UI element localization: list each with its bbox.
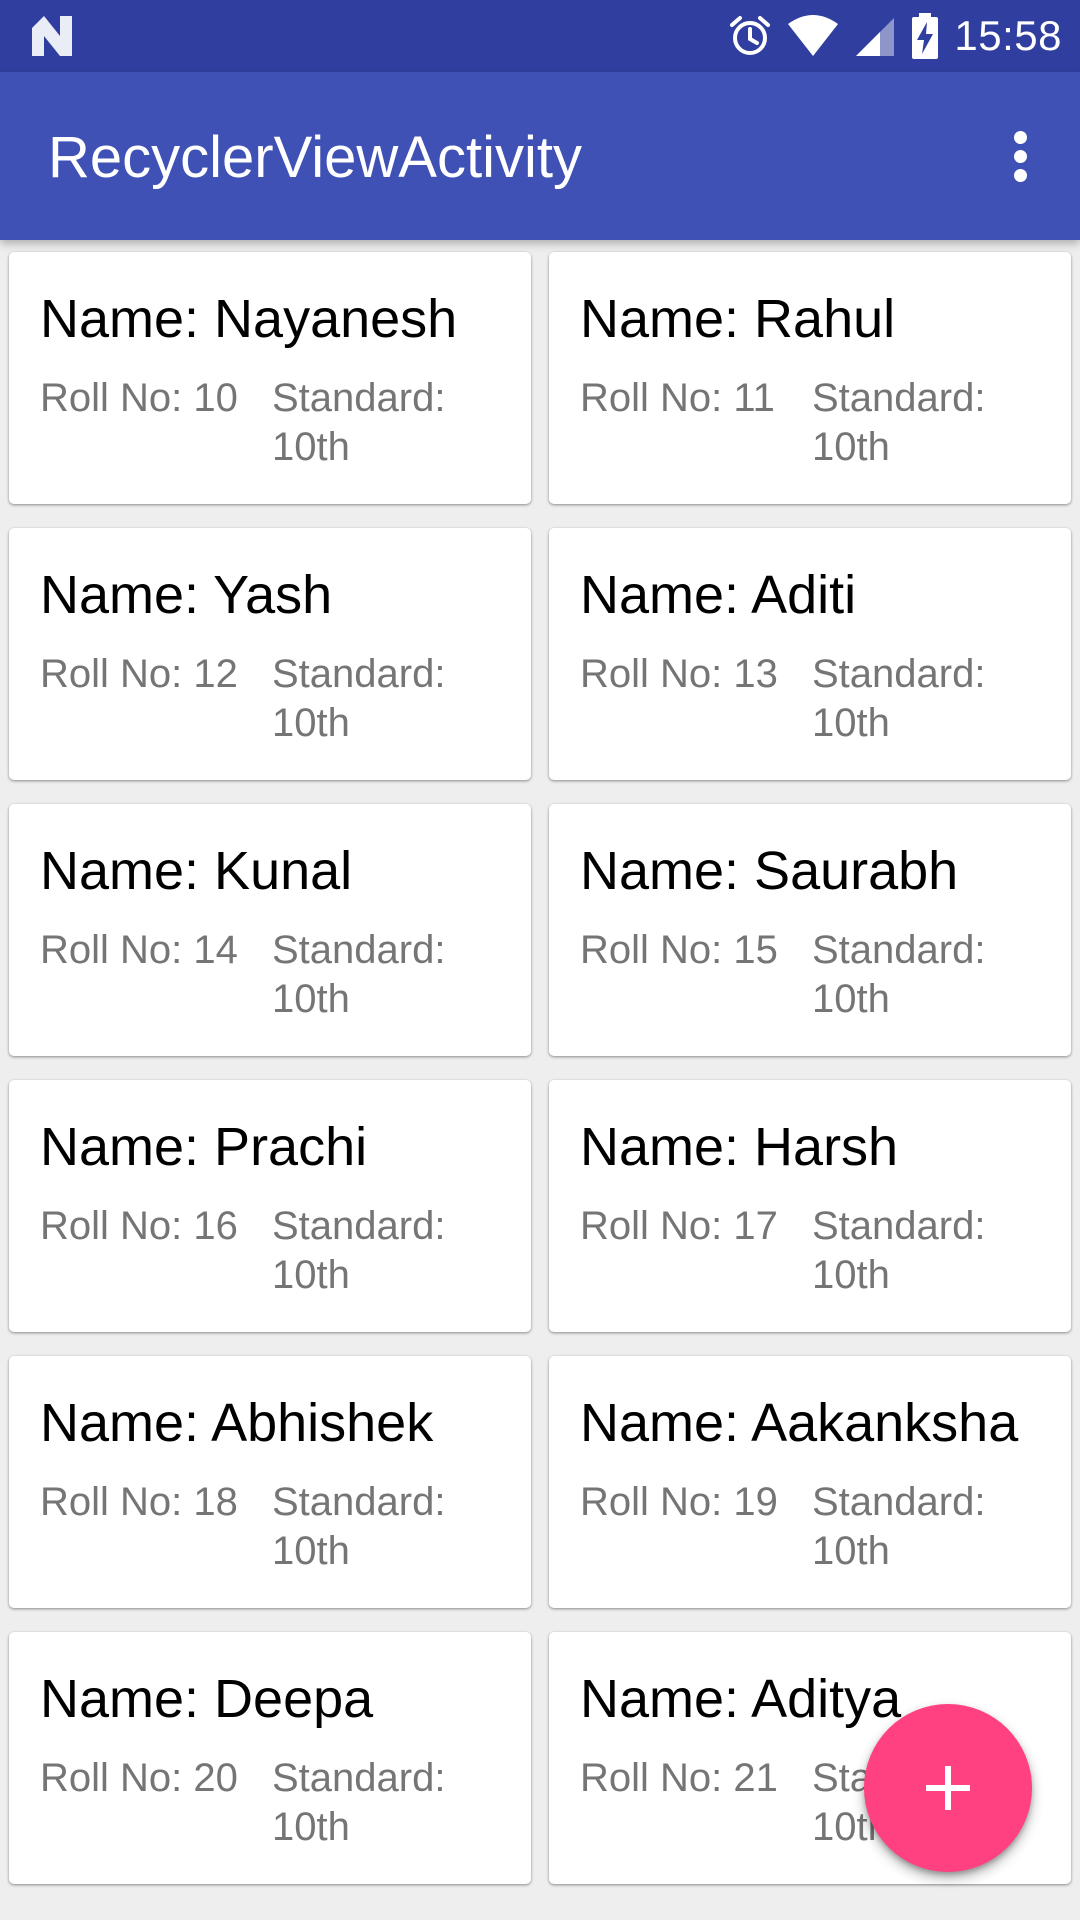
student-standard-label: Standard: [812,928,986,972]
student-standard-label: Standard: [272,652,446,696]
student-name: Name: Kunal [40,841,353,901]
student-standard-label: Standard: [272,928,446,972]
more-vert-icon [1013,130,1027,144]
student-roll: Roll No: 12 [40,652,238,696]
student-card[interactable]: Name: Kunal Roll No: 14 Standard: 10th [9,804,531,1056]
student-card[interactable]: Name: Aakanksha Roll No: 19 Standard: 10… [549,1356,1071,1608]
student-name: Name: Aditya [580,1669,902,1729]
student-roll: Roll No: 17 [580,1204,778,1248]
more-options-button[interactable] [984,120,1056,192]
student-standard-value: 10th [812,701,890,745]
status-bar: 15:58 [0,0,1080,72]
student-roll: Roll No: 14 [40,928,238,972]
student-standard-label: Standard: [812,652,986,696]
student-roll: Roll No: 11 [580,376,775,420]
student-roll: Roll No: 15 [580,928,778,972]
student-roll: Roll No: 19 [580,1480,778,1524]
student-standard-label: Standard: [812,1204,986,1248]
student-standard-label: Standard: [272,1756,446,1800]
more-vert-icon-dot [1013,168,1027,182]
student-standard-value: 10th [812,1529,890,1573]
add-student-fab[interactable] [864,1704,1032,1872]
student-standard-value: 10th [272,701,350,745]
student-name: Name: Rahul [580,289,896,349]
student-name: Name: Deepa [40,1669,374,1729]
student-standard-label: Standard: [272,1480,446,1524]
battery-charging-icon [912,13,939,59]
student-name: Name: Yash [40,565,333,625]
student-card[interactable]: Name: Saurabh Roll No: 15 Standard: 10th [549,804,1071,1056]
student-standard-value: 10th [272,977,350,1021]
student-card[interactable]: Name: Nayanesh Roll No: 10 Standard: 10t… [9,252,531,504]
student-name: Name: Aditi [580,565,857,625]
student-name: Name: Aakanksha [580,1393,1019,1453]
student-name: Name: Nayanesh [40,289,458,349]
student-standard-value: 10th [812,977,890,1021]
student-name: Name: Saurabh [580,841,959,901]
student-card[interactable]: Name: Harsh Roll No: 17 Standard: 10th [549,1080,1071,1332]
student-standard-value: 10th [272,1253,350,1297]
student-name: Name: Prachi [40,1117,368,1177]
student-standard-value: 10th [272,1529,350,1573]
student-standard-label: Standard: [812,1480,986,1524]
student-card[interactable]: Name: Prachi Roll No: 16 Standard: 10th [9,1080,531,1332]
add-icon [926,1766,970,1810]
student-card[interactable]: Name: Yash Roll No: 12 Standard: 10th [9,528,531,780]
wifi-icon [788,15,839,56]
alarm-icon [730,16,771,55]
student-card[interactable]: Name: Deepa Roll No: 20 Standard: 10th [9,1632,531,1884]
student-card[interactable]: Name: Aditi Roll No: 13 Standard: 10th [549,528,1071,780]
student-standard-value: 10th [272,1805,350,1849]
student-name: Name: Harsh [580,1117,899,1177]
app-title: RecyclerViewActivity [48,125,582,190]
n-notification-icon [32,16,72,56]
status-icons: 15:58 [714,0,1062,72]
more-vert-icon-dot [1013,149,1027,163]
student-roll: Roll No: 10 [40,376,238,420]
student-standard-value: 10th [272,425,350,469]
student-roll: Roll No: 20 [40,1756,238,1800]
student-standard-label: Standard: [812,376,986,420]
student-standard-label: Standard: [272,376,446,420]
status-time: 15:58 [954,12,1062,59]
student-card[interactable]: Name: Abhishek Roll No: 18 Standard: 10t… [9,1356,531,1608]
student-standard-value: 10th [812,425,890,469]
student-standard-label: Standard: [272,1204,446,1248]
student-roll: Roll No: 18 [40,1480,238,1524]
cell-signal-icon [856,18,895,56]
app-bar: RecyclerViewActivity [0,72,1080,240]
student-name: Name: Abhishek [40,1393,434,1453]
student-card[interactable]: Name: Rahul Roll No: 11 Standard: 10th [549,252,1071,504]
student-roll: Roll No: 16 [40,1204,238,1248]
student-roll: Roll No: 21 [580,1756,778,1800]
student-roll: Roll No: 13 [580,652,778,696]
student-standard-value: 10th [812,1253,890,1297]
